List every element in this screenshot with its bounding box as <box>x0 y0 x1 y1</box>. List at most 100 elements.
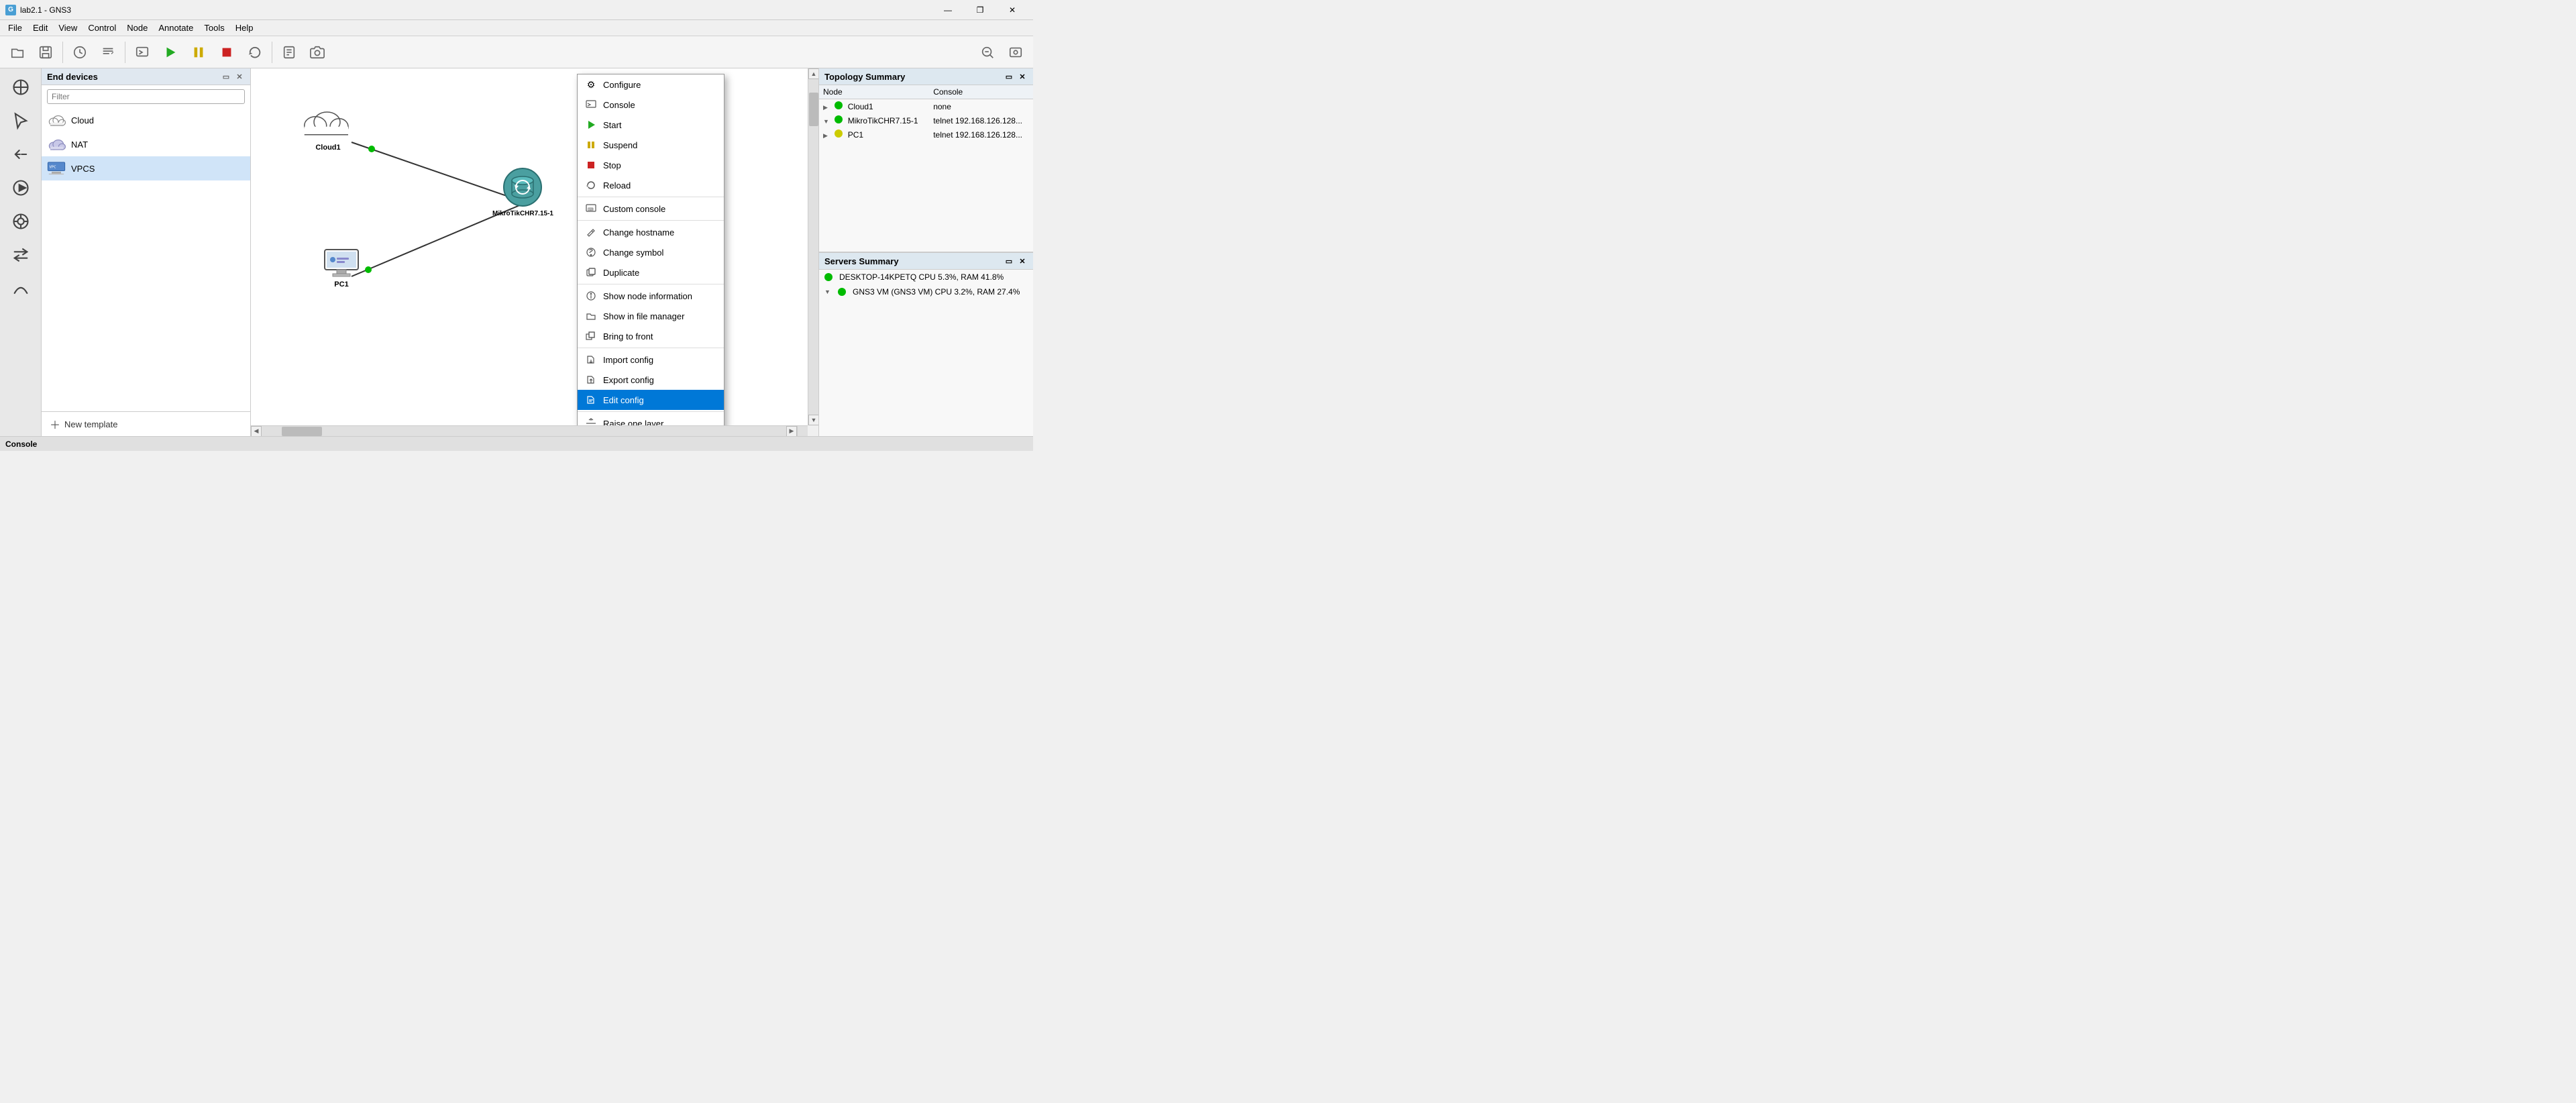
hscroll-thumb[interactable] <box>282 427 322 436</box>
device-filter-input[interactable] <box>47 89 245 104</box>
console-btn[interactable] <box>129 39 156 66</box>
topology-close-btn[interactable]: ✕ <box>1017 71 1028 82</box>
menu-annotate[interactable]: Annotate <box>153 21 199 34</box>
start-all-btn[interactable] <box>157 39 184 66</box>
vpcs-device-label: VPCS <box>71 164 95 174</box>
topology-summary-panel: Topology Summary ▭ ✕ Node Console ▶ <box>819 68 1033 253</box>
ctx-console-item[interactable]: Console <box>578 95 724 115</box>
menu-tools[interactable]: Tools <box>199 21 229 34</box>
pause-all-btn[interactable] <box>185 39 212 66</box>
ctx-export-config-item[interactable]: Export config <box>578 370 724 390</box>
topo-row-pc1[interactable]: ▶ PC1 telnet 192.168.126.128... <box>819 127 1033 142</box>
ctx-duplicate-item[interactable]: Duplicate <box>578 262 724 282</box>
topo-expand-pc1[interactable]: ▶ <box>823 132 833 140</box>
topo-expand-mikrotik[interactable]: ▼ <box>823 118 833 125</box>
device-item-nat[interactable]: NAT <box>42 132 250 156</box>
server-expand-gns3vm[interactable]: ▼ <box>824 288 834 295</box>
menu-edit[interactable]: Edit <box>28 21 53 34</box>
menu-file[interactable]: File <box>3 21 28 34</box>
ctx-show-node-info-item[interactable]: Show node information <box>578 286 724 306</box>
move-tool-btn[interactable] <box>5 71 37 103</box>
device-item-cloud[interactable]: Cloud <box>42 108 250 132</box>
ctx-duplicate-label: Duplicate <box>603 268 639 278</box>
reload-all-btn[interactable] <box>241 39 268 66</box>
hscroll-track[interactable] <box>262 426 786 437</box>
panel-restore-btn[interactable]: ▭ <box>221 71 231 82</box>
servers-summary-header: Servers Summary ▭ ✕ <box>819 253 1033 270</box>
ctx-custom-console-item[interactable]: ⌨ Custom console <box>578 199 724 219</box>
vscroll-track[interactable] <box>808 79 818 415</box>
server-row-desktop[interactable]: DESKTOP-14KPETQ CPU 5.3%, RAM 41.8% <box>819 270 1033 284</box>
zoom-fit-btn[interactable] <box>974 39 1001 66</box>
ctx-start-item[interactable]: Start <box>578 115 724 135</box>
network-tool-btn[interactable] <box>5 205 37 238</box>
horizontal-scrollbar[interactable]: ◀ ▶ <box>251 425 808 436</box>
text-edit-btn[interactable] <box>95 39 121 66</box>
device-item-vpcs[interactable]: VPC VPCS <box>42 156 250 180</box>
stop-all-btn[interactable] <box>213 39 240 66</box>
topology-restore-btn[interactable]: ▭ <box>1004 71 1014 82</box>
topo-row-mikrotik[interactable]: ▼ MikroTikCHR7.15-1 telnet 192.168.126.1… <box>819 113 1033 127</box>
ctx-import-config-item[interactable]: Import config <box>578 350 724 370</box>
minimize-button[interactable]: — <box>932 1 963 19</box>
topo-cell-cloud1-console: none <box>929 99 1033 114</box>
topo-row-cloud1[interactable]: ▶ Cloud1 none <box>819 99 1033 114</box>
main-layout: End devices ▭ ✕ Cloud <box>0 68 1033 436</box>
ctx-sep-5 <box>578 411 724 412</box>
ctx-stop-item[interactable]: Stop <box>578 155 724 175</box>
capture-btn[interactable] <box>304 39 331 66</box>
menu-control[interactable]: Control <box>83 21 121 34</box>
ctx-configure-label: Configure <box>603 80 641 90</box>
curve-tool-btn[interactable] <box>5 272 37 305</box>
ctx-bring-front-item[interactable]: Bring to front <box>578 326 724 346</box>
statusbar: Console <box>0 436 1033 451</box>
panel-close-btn[interactable]: ✕ <box>234 71 245 82</box>
menu-help[interactable]: Help <box>230 21 259 34</box>
hscroll-left-arrow[interactable]: ◀ <box>251 426 262 437</box>
left-toolbar <box>0 68 42 436</box>
new-template-button[interactable]: ＋ New template <box>42 411 250 436</box>
servers-restore-btn[interactable]: ▭ <box>1004 256 1014 266</box>
ctx-raise-layer-item[interactable]: Raise one layer <box>578 413 724 425</box>
topo-expand-cloud1[interactable]: ▶ <box>823 104 833 111</box>
history-btn[interactable] <box>66 39 93 66</box>
ctx-change-hostname-item[interactable]: Change hostname <box>578 222 724 242</box>
topo-cell-mikrotik-node: ▼ MikroTikCHR7.15-1 <box>819 113 929 127</box>
ctx-change-symbol-item[interactable]: Change symbol <box>578 242 724 262</box>
screenshot-btn[interactable] <box>1002 39 1029 66</box>
vscroll-thumb[interactable] <box>809 93 818 126</box>
server-row-gns3vm[interactable]: ▼ GNS3 VM (GNS3 VM) CPU 3.2%, RAM 27.4% <box>819 284 1033 299</box>
hscroll-right-arrow[interactable]: ▶ <box>786 426 797 437</box>
menu-node[interactable]: Node <box>121 21 153 34</box>
pointer-tool-btn[interactable] <box>5 105 37 137</box>
canvas-node-mikrotik[interactable]: MikroTikCHR7.15-1 <box>492 166 553 217</box>
ctx-configure-item[interactable]: ⚙ Configure <box>578 74 724 95</box>
topology-table: Node Console ▶ Cloud1 none <box>819 85 1033 142</box>
bring-front-icon <box>584 329 598 343</box>
servers-close-btn[interactable]: ✕ <box>1017 256 1028 266</box>
ctx-edit-config-item[interactable]: Edit config <box>578 390 724 410</box>
vertical-scrollbar[interactable]: ▲ ▼ <box>808 68 818 425</box>
canvas-node-cloud1[interactable]: Cloud1 <box>298 102 358 152</box>
maximize-button[interactable]: ❐ <box>965 1 996 19</box>
ctx-raise-layer-label: Raise one layer <box>603 419 663 426</box>
server-label-desktop: DESKTOP-14KPETQ CPU 5.3%, RAM 41.8% <box>839 272 1004 282</box>
save-btn[interactable] <box>32 39 59 66</box>
menu-view[interactable]: View <box>53 21 83 34</box>
ctx-suspend-item[interactable]: Suspend <box>578 135 724 155</box>
canvas-node-pc1[interactable]: PC1 <box>323 248 360 288</box>
notes-btn[interactable] <box>276 39 303 66</box>
duplicate-icon <box>584 266 598 279</box>
connect-arrows-btn[interactable] <box>5 239 37 271</box>
play-node-btn[interactable] <box>5 172 37 204</box>
add-link-btn[interactable] <box>5 138 37 170</box>
open-folder-btn[interactable] <box>4 39 31 66</box>
vscroll-down-arrow[interactable]: ▼ <box>808 415 819 425</box>
ctx-edit-config-label: Edit config <box>603 395 644 405</box>
canvas-area[interactable]: Cloud1 <box>251 68 808 425</box>
vscroll-up-arrow[interactable]: ▲ <box>808 68 819 79</box>
close-button[interactable]: ✕ <box>997 1 1028 19</box>
ctx-reload-item[interactable]: Reload <box>578 175 724 195</box>
ctx-show-file-manager-item[interactable]: Show in file manager <box>578 306 724 326</box>
ctx-show-node-info-label: Show node information <box>603 291 692 301</box>
